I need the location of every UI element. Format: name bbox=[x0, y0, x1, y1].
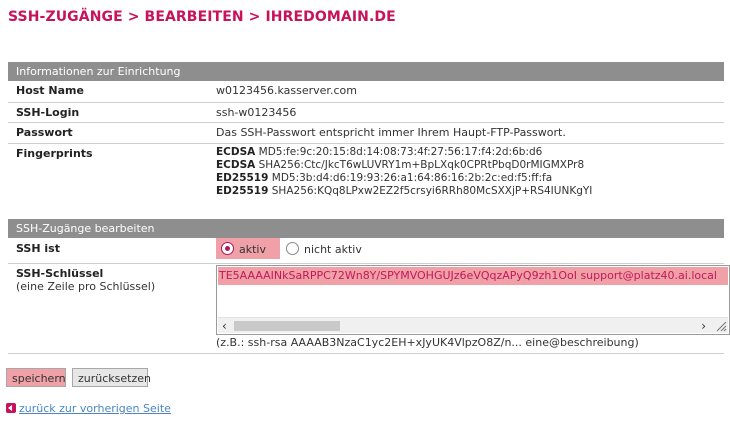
ssh-status-row: SSH ist aktiv nicht aktiv bbox=[8, 238, 724, 264]
ssh-keys-sublabel: (eine Zeile pro Schlüssel) bbox=[16, 280, 156, 293]
info-section-header: Informationen zur Einrichtung bbox=[8, 62, 724, 81]
fingerprint-entry: ECDSA SHA256:Ctc/JkcT6wLUVRY1m+BpLXqk0CP… bbox=[216, 159, 585, 171]
reset-button[interactable]: zurücksetzen bbox=[72, 368, 151, 387]
ssh-login-row: SSH-Login ssh-w0123456 bbox=[8, 103, 724, 123]
ssh-keys-hint: (z.B.: ssh-rsa AAAAB3NzaC1yc2EH+xJyUK4Vl… bbox=[216, 336, 639, 349]
radio-aktiv[interactable] bbox=[221, 242, 234, 255]
edit-section-header: SSH-Zugänge bearbeiten bbox=[8, 219, 724, 238]
back-arrow-icon[interactable] bbox=[6, 403, 16, 413]
radio-aktiv-label[interactable]: aktiv bbox=[239, 243, 266, 256]
fingerprints-label: Fingerprints bbox=[16, 147, 93, 160]
page-title: SSH-ZUGÄNGE > BEARBEITEN > IHREDOMAIN.DE bbox=[8, 9, 396, 25]
password-row: Passwort Das SSH-Passwort entspricht imm… bbox=[8, 123, 724, 144]
scrollbar-thumb[interactable] bbox=[234, 321, 340, 331]
ssh-keys-label: SSH-Schlüssel bbox=[16, 267, 104, 280]
fingerprint-entry: ED25519 SHA256:KQq8LPxw2EZ2f5crsyi6RRh80… bbox=[216, 185, 593, 197]
host-name-label: Host Name bbox=[16, 84, 84, 97]
password-value: Das SSH-Passwort entspricht immer Ihrem … bbox=[216, 126, 566, 139]
ssh-login-value: ssh-w0123456 bbox=[216, 106, 297, 119]
back-link[interactable]: zurück zur vorherigen Seite bbox=[19, 402, 171, 415]
scroll-right-icon[interactable]: › bbox=[701, 319, 706, 333]
fingerprint-entry: ECDSA MD5:fe:9c:20:15:8d:14:08:73:4f:27:… bbox=[216, 146, 543, 158]
fingerprints-row: Fingerprints ECDSA MD5:fe:9c:20:15:8d:14… bbox=[8, 144, 724, 203]
ssh-keys-textarea[interactable]: TE5AAAAINkSaRPPC72Wn8Y/SPYMVOHGUJz6eVQqz… bbox=[216, 265, 730, 335]
resize-grip-icon[interactable] bbox=[715, 320, 727, 332]
host-name-row: Host Name w0123456.kasserver.com bbox=[8, 81, 724, 103]
ssh-keys-text[interactable]: TE5AAAAINkSaRPPC72Wn8Y/SPYMVOHGUJz6eVQqz… bbox=[218, 267, 728, 285]
password-label: Passwort bbox=[16, 126, 73, 139]
ssh-login-label: SSH-Login bbox=[16, 106, 80, 119]
host-name-value: w0123456.kasserver.com bbox=[216, 84, 357, 97]
radio-nicht-aktiv[interactable] bbox=[286, 242, 299, 255]
ssh-keys-row: SSH-Schlüssel (eine Zeile pro Schlüssel)… bbox=[8, 264, 730, 354]
fingerprint-entry: ED25519 MD5:3b:d4:d6:19:93:26:a1:64:86:1… bbox=[216, 172, 553, 184]
fingerprints-list: ECDSA MD5:fe:9c:20:15:8d:14:08:73:4f:27:… bbox=[216, 146, 592, 198]
ssh-status-label: SSH ist bbox=[16, 242, 60, 255]
scroll-left-icon[interactable]: ‹ bbox=[222, 319, 227, 333]
save-button[interactable]: speichern bbox=[6, 368, 66, 387]
horizontal-scrollbar[interactable]: ‹ › bbox=[218, 317, 728, 333]
radio-nicht-aktiv-label[interactable]: nicht aktiv bbox=[304, 243, 362, 256]
